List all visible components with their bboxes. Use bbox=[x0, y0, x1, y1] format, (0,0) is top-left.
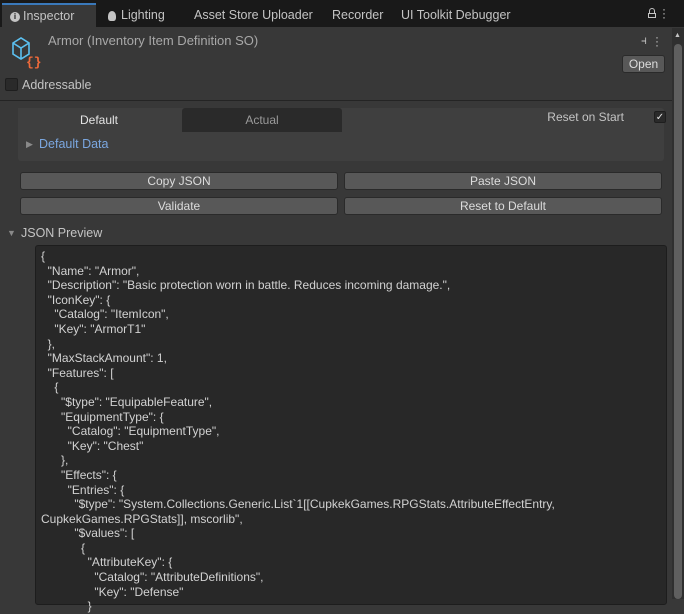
scroll-up-arrow-icon[interactable]: ▲ bbox=[674, 32, 681, 39]
json-line: "Key": "ArmorT1" bbox=[41, 321, 146, 336]
tab-recorder[interactable]: Recorder bbox=[324, 3, 383, 27]
json-preview-textarea[interactable]: { "Name": "Armor", "Description": "Basic… bbox=[35, 245, 667, 613]
json-line: "Key": "Defense" bbox=[41, 584, 184, 599]
foldout-arrow-icon[interactable]: ▶ bbox=[26, 139, 33, 150]
json-line: "EquipmentType": { bbox=[41, 409, 164, 424]
reset-on-start-label: Reset on Start bbox=[547, 110, 624, 124]
divider bbox=[0, 100, 672, 101]
json-line: "$values": [ bbox=[41, 526, 135, 541]
json-line: "Catalog": "AttributeDefinitions", bbox=[41, 570, 264, 585]
json-line: "Description": "Basic protection worn in… bbox=[41, 278, 451, 293]
json-line: "Key": "Chest" bbox=[41, 438, 144, 453]
lightbulb-icon bbox=[108, 10, 116, 21]
lock-icon[interactable] bbox=[648, 8, 656, 18]
json-line: { bbox=[41, 380, 59, 395]
json-line: "$type": "System.Collections.Generic.Lis… bbox=[41, 497, 555, 512]
json-line: "MaxStackAmount": 1, bbox=[41, 351, 167, 366]
paste-json-button[interactable]: Paste JSON bbox=[344, 172, 662, 190]
tab-actual[interactable]: Actual bbox=[182, 108, 342, 132]
tab-inspector[interactable]: i Inspector bbox=[2, 3, 96, 27]
json-line: "Effects": { bbox=[41, 467, 117, 482]
data-panel: Default Actual Reset on Start ✓ ▶ Defaul… bbox=[18, 108, 666, 161]
info-icon: i bbox=[10, 11, 20, 22]
json-line: { bbox=[41, 249, 46, 263]
copy-json-button[interactable]: Copy JSON bbox=[20, 172, 338, 190]
json-preview-label[interactable]: JSON Preview bbox=[21, 226, 102, 240]
json-line: "Entries": { bbox=[41, 482, 125, 497]
reset-on-start-checkbox[interactable]: ✓ bbox=[654, 111, 666, 123]
more-options-icon[interactable]: · · · bbox=[655, 31, 659, 51]
default-data-foldout[interactable]: Default Data bbox=[39, 137, 108, 151]
json-line: }, bbox=[41, 336, 56, 351]
tab-lighting[interactable]: Lighting bbox=[100, 3, 165, 27]
json-line: "$type": "EquipableFeature", bbox=[41, 394, 213, 409]
addressable-checkbox[interactable] bbox=[5, 78, 18, 91]
settings-sliders-icon[interactable]: ⫞ bbox=[641, 33, 647, 48]
tab-label: Inspector bbox=[23, 9, 75, 23]
tab-default[interactable]: Default bbox=[18, 108, 180, 132]
json-line: CupkekGames.RPGStats]], mscorlib", bbox=[41, 511, 243, 526]
json-line: } bbox=[41, 599, 92, 614]
tab-label: Lighting bbox=[121, 8, 165, 22]
validate-button[interactable]: Validate bbox=[20, 197, 338, 215]
addressable-label: Addressable bbox=[22, 78, 92, 92]
json-line: "Features": [ bbox=[41, 365, 114, 380]
reset-to-default-button[interactable]: Reset to Default bbox=[344, 197, 662, 215]
json-line: "AttributeKey": { bbox=[41, 555, 173, 570]
more-options-icon[interactable]: · · · bbox=[662, 3, 666, 23]
json-line: "Name": "Armor", bbox=[41, 263, 140, 278]
open-button[interactable]: Open bbox=[622, 55, 665, 73]
json-line: "Catalog": "EquipmentType", bbox=[41, 424, 220, 439]
json-line: "IconKey": { bbox=[41, 292, 111, 307]
asset-title: Armor (Inventory Item Definition SO) bbox=[48, 33, 259, 48]
svg-text:{}: {} bbox=[26, 55, 42, 69]
json-line: "Catalog": "ItemIcon", bbox=[41, 307, 169, 322]
scrollbar-thumb[interactable] bbox=[674, 44, 682, 599]
json-line: { bbox=[41, 540, 86, 555]
window-tab-bar: i Inspector Lighting Asset Store Uploader… bbox=[0, 0, 684, 27]
json-line: }, bbox=[41, 453, 69, 468]
scriptable-object-icon: {} bbox=[12, 37, 42, 69]
tab-asset-store-uploader[interactable]: Asset Store Uploader bbox=[186, 3, 313, 27]
foldout-expanded-icon[interactable]: ▼ bbox=[7, 228, 16, 238]
tab-ui-toolkit-debugger[interactable]: UI Toolkit Debugger bbox=[393, 3, 511, 27]
